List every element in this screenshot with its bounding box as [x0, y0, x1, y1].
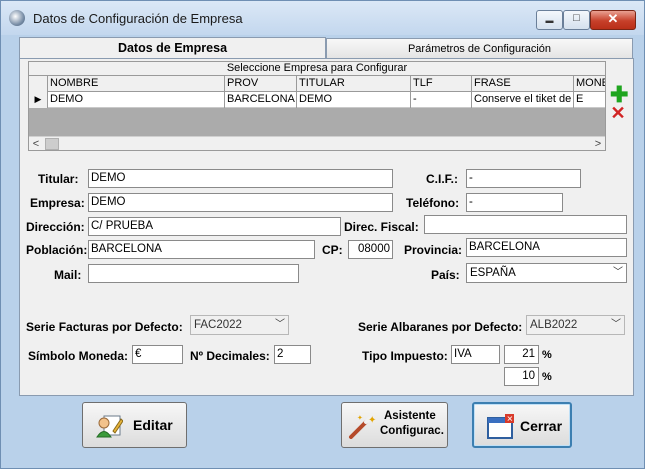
- cerrar-label: Cerrar: [520, 418, 563, 434]
- column-header-tlf[interactable]: TLF: [411, 76, 472, 92]
- tab-panel-datos-empresa: Seleccione Empresa para Configurar NOMBR…: [19, 58, 634, 396]
- pais-value: ESPAÑA: [470, 267, 516, 279]
- cp-label: CP:: [322, 243, 343, 257]
- impuesto-rate-1-field[interactable]: 21: [504, 345, 539, 364]
- grid-caption: Seleccione Empresa para Configurar: [29, 62, 605, 76]
- scroll-right-icon[interactable]: >: [591, 137, 605, 151]
- serie-albaranes-select[interactable]: ALB2022 ﹀: [526, 315, 625, 335]
- telefono-field[interactable]: -: [466, 193, 563, 212]
- cif-label: C.I.F.:: [426, 172, 458, 186]
- cif-field[interactable]: -: [466, 169, 581, 188]
- mail-field[interactable]: [88, 264, 299, 283]
- serie-facturas-select[interactable]: FAC2022 ﹀: [190, 315, 289, 335]
- column-header-moneda[interactable]: MONE: [574, 76, 605, 92]
- editar-label: Editar: [133, 417, 173, 433]
- minimize-button[interactable]: ▬: [536, 10, 563, 30]
- chevron-down-icon: ﹀: [275, 319, 285, 330]
- poblacion-field[interactable]: BARCELONA: [88, 240, 315, 259]
- cell-prov[interactable]: BARCELONA: [225, 92, 297, 108]
- cerrar-button[interactable]: ✕ Cerrar: [472, 402, 572, 448]
- cell-titular[interactable]: DEMO: [297, 92, 411, 108]
- close-icon: ✕: [607, 11, 619, 26]
- table-row[interactable]: ▶ DEMO BARCELONA DEMO - Conserve el tike…: [29, 92, 605, 108]
- direccion-label: Dirección:: [26, 220, 85, 234]
- direc-fiscal-field[interactable]: [424, 215, 627, 234]
- column-header-frase[interactable]: FRASE: [472, 76, 574, 92]
- cell-nombre[interactable]: DEMO: [48, 92, 225, 108]
- empresa-grid[interactable]: Seleccione Empresa para Configurar NOMBR…: [28, 61, 606, 151]
- edit-user-icon: [96, 415, 123, 438]
- config-window: Datos de Configuración de Empresa ▬ □ ✕ …: [0, 0, 645, 469]
- editar-button[interactable]: Editar: [82, 402, 187, 448]
- provincia-field[interactable]: BARCELONA: [466, 238, 627, 257]
- title-bar: Datos de Configuración de Empresa ▬ □ ✕: [1, 1, 644, 35]
- column-header-titular[interactable]: TITULAR: [297, 76, 411, 92]
- telefono-label: Teléfono:: [406, 196, 460, 210]
- titular-label: Titular:: [38, 172, 79, 186]
- delete-empresa-icon[interactable]: ✕: [610, 104, 626, 122]
- close-window-icon: ✕: [487, 414, 514, 439]
- provincia-label: Provincia:: [404, 243, 463, 257]
- cell-tlf[interactable]: -: [411, 92, 472, 108]
- titular-field[interactable]: DEMO: [88, 169, 393, 188]
- mail-label: Mail:: [54, 268, 82, 282]
- simbolo-moneda-label: Símbolo Moneda:: [28, 349, 128, 363]
- window-title: Datos de Configuración de Empresa: [33, 11, 243, 26]
- tab-datos-empresa[interactable]: Datos de Empresa: [19, 37, 326, 59]
- impuesto-rate-2-field[interactable]: 10: [504, 367, 539, 386]
- column-header-nombre[interactable]: NOMBRE: [48, 76, 225, 92]
- simbolo-moneda-field[interactable]: €: [132, 345, 183, 364]
- horizontal-scrollbar[interactable]: < >: [29, 136, 605, 150]
- tipo-impuesto-field[interactable]: IVA: [451, 345, 500, 364]
- asistente-button[interactable]: ✦ ✦ Asistente Configurac.: [341, 402, 448, 448]
- decimales-field[interactable]: 2: [274, 345, 311, 364]
- serie-albaranes-value: ALB2022: [530, 319, 578, 331]
- direc-fiscal-label: Direc. Fiscal:: [344, 220, 419, 234]
- asistente-line2: Configurac.: [380, 425, 444, 437]
- gear-app-icon: [9, 10, 25, 26]
- percent-label-1: %: [542, 349, 552, 361]
- header-indicator-cell: [29, 76, 48, 92]
- column-header-prov[interactable]: PROV: [225, 76, 297, 92]
- scroll-thumb[interactable]: [45, 138, 59, 150]
- tipo-impuesto-label: Tipo Impuesto:: [362, 349, 448, 363]
- asistente-line1: Asistente: [384, 410, 436, 422]
- serie-facturas-label: Serie Facturas por Defecto:: [26, 320, 183, 334]
- add-empresa-icon[interactable]: ✚: [610, 84, 628, 106]
- minimize-icon: ▬: [545, 16, 554, 25]
- row-indicator-icon: ▶: [29, 92, 48, 108]
- pais-label: País:: [431, 268, 460, 282]
- maximize-icon: □: [573, 12, 580, 24]
- maximize-button[interactable]: □: [563, 10, 590, 30]
- scroll-left-icon[interactable]: <: [29, 137, 43, 151]
- close-window-button[interactable]: ✕: [590, 10, 636, 30]
- empresa-label: Empresa:: [30, 196, 85, 210]
- empresa-field[interactable]: DEMO: [88, 193, 393, 212]
- svg-text:✕: ✕: [507, 415, 514, 424]
- serie-albaranes-label: Serie Albaranes por Defecto:: [358, 320, 523, 334]
- wizard-wand-icon: ✦ ✦: [349, 414, 376, 439]
- grid-header: NOMBRE PROV TITULAR TLF FRASE MONE: [29, 76, 605, 92]
- pais-select[interactable]: ESPAÑA ﹀: [466, 263, 627, 283]
- serie-facturas-value: FAC2022: [194, 319, 242, 331]
- cell-moneda[interactable]: E: [574, 92, 605, 108]
- poblacion-label: Población:: [26, 243, 88, 257]
- chevron-down-icon: ﹀: [611, 319, 621, 330]
- cell-frase[interactable]: Conserve el tiket de: [472, 92, 574, 108]
- chevron-down-icon: ﹀: [613, 267, 623, 278]
- tab-parametros-configuracion[interactable]: Parámetros de Configuración: [326, 38, 633, 58]
- svg-text:✦: ✦: [368, 415, 376, 426]
- cp-field[interactable]: 08000: [348, 240, 393, 259]
- decimales-label: Nº Decimales:: [190, 349, 270, 363]
- percent-label-2: %: [542, 371, 552, 383]
- tab-bar: Datos de Empresa Parámetros de Configura…: [19, 37, 634, 59]
- svg-text:✦: ✦: [357, 414, 363, 422]
- direccion-field[interactable]: C/ PRUEBA: [88, 217, 341, 236]
